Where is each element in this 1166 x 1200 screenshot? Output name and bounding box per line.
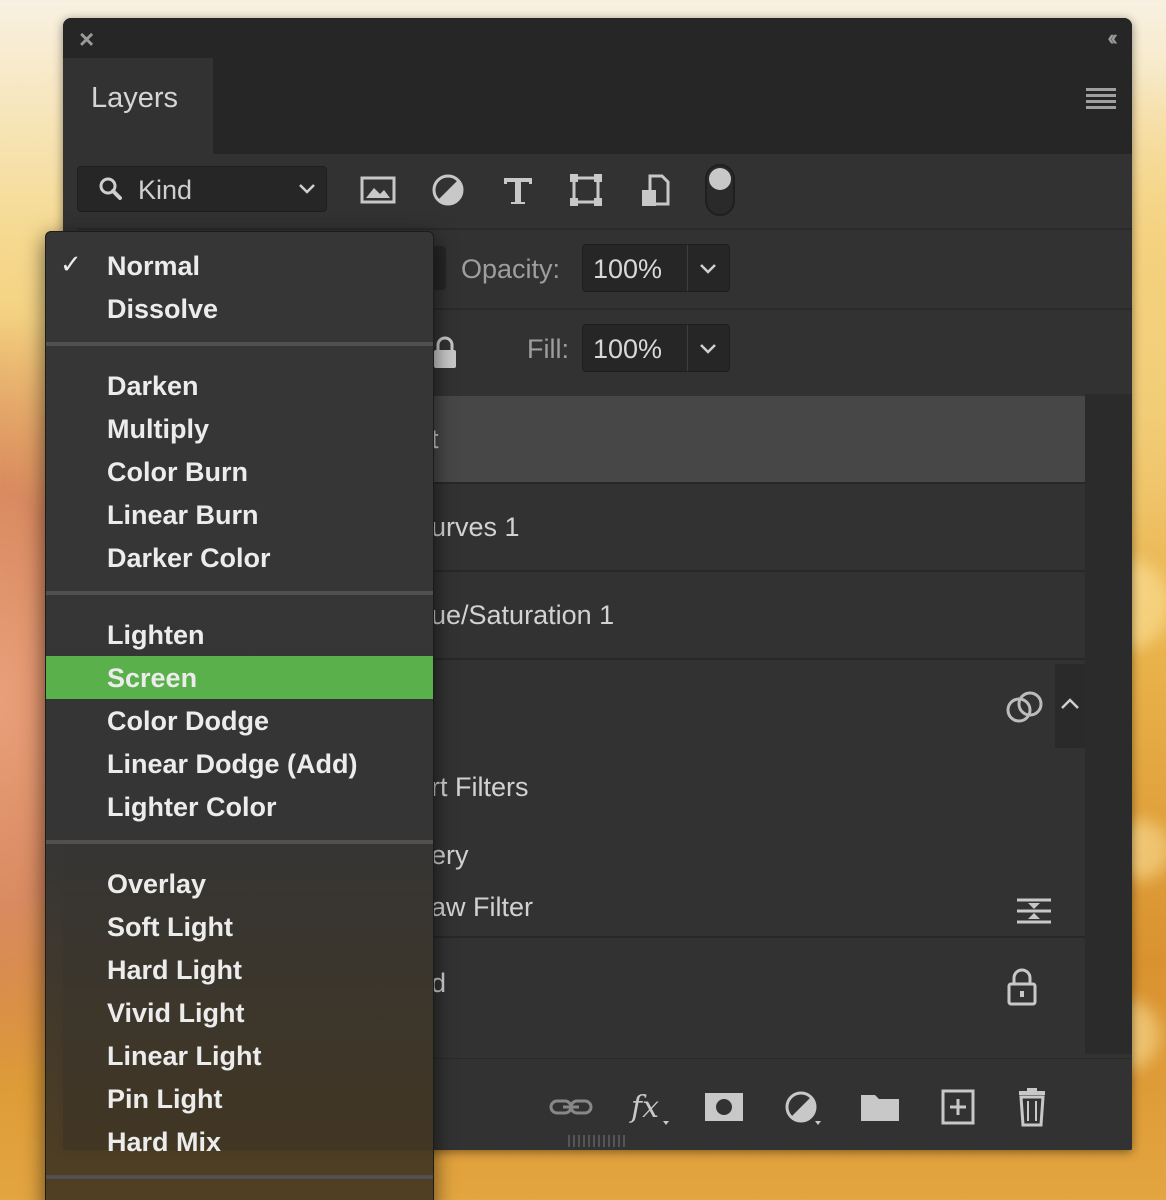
smart-filters-label: rt Filters	[431, 772, 529, 802]
tab-layers[interactable]: Layers	[63, 58, 213, 154]
opacity-value: 100%	[593, 254, 663, 284]
chevron-down-icon[interactable]	[697, 257, 719, 279]
blend-mode-label: Lighten	[107, 620, 205, 650]
layers-scrollbar[interactable]	[1085, 394, 1132, 1054]
fill-label: Fill:	[527, 334, 569, 364]
lock-icon	[1007, 968, 1037, 1006]
blend-mode-label: Dissolve	[107, 294, 219, 324]
camera-raw-filter-label: aw Filter	[431, 892, 534, 922]
blend-mode-label: Overlay	[107, 869, 207, 899]
resize-grip[interactable]	[568, 1135, 628, 1147]
lock-all-icon[interactable]	[432, 336, 458, 370]
filter-kind-select[interactable]: Kind	[77, 166, 327, 212]
filter-toggle-knob	[709, 168, 731, 190]
blend-mode-label: Linear Light	[107, 1041, 262, 1071]
image-filter-icon[interactable]	[358, 170, 398, 210]
divider	[77, 228, 1132, 230]
layer-mask-icon[interactable]	[703, 1087, 747, 1127]
menu-separator	[46, 342, 433, 346]
blend-mode-item-hard-mix[interactable]: Hard Mix	[46, 1120, 433, 1163]
blend-mode-label: Hard Light	[107, 955, 242, 985]
collapse-icon[interactable]: ‹‹	[1107, 26, 1117, 50]
search-icon	[99, 177, 122, 200]
collapse-filters-toggle[interactable]	[1055, 664, 1085, 748]
layer-name: urves 1	[431, 512, 520, 542]
smart-object-filter-icon[interactable]	[636, 170, 676, 210]
blend-mode-label: Hard Mix	[107, 1127, 222, 1157]
blend-mode-item-darker-color[interactable]: Darker Color	[46, 536, 433, 579]
blend-mode-label: Darken	[107, 371, 199, 401]
blend-mode-label: Lighter Color	[107, 792, 277, 822]
fx-icon[interactable]: fx	[627, 1087, 671, 1127]
blend-mode-item-color-burn[interactable]: Color Burn	[46, 450, 433, 493]
blend-mode-label: Soft Light	[107, 912, 233, 942]
blend-mode-item-lighten[interactable]: Lighten	[46, 613, 433, 656]
blend-mode-menu: ✓ Normal Dissolve Darken Multiply Color Burn L…	[45, 231, 434, 1200]
fill-value: 100%	[593, 334, 663, 364]
filter-toggle[interactable]	[705, 164, 735, 216]
blend-mode-item-vivid-light[interactable]: Vivid Light	[46, 991, 433, 1034]
blend-mode-label: Linear Dodge (Add)	[107, 749, 358, 779]
blend-mode-item-pin-light[interactable]: Pin Light	[46, 1077, 433, 1120]
type-filter-icon[interactable]	[498, 170, 538, 210]
filter-blending-options-icon[interactable]	[1015, 896, 1053, 926]
blend-mode-label: Color Dodge	[107, 706, 269, 736]
adjustment-layer-icon[interactable]	[781, 1087, 825, 1127]
opacity-field-separator	[687, 245, 688, 291]
blend-mode-item-darken[interactable]: Darken	[46, 364, 433, 407]
trash-icon[interactable]	[1011, 1087, 1055, 1127]
blend-mode-label: Screen	[107, 663, 198, 693]
fill-field-separator	[687, 325, 688, 371]
blend-mode-label: Pin Light	[107, 1084, 223, 1114]
panel-titlebar: × ‹‹	[63, 18, 1132, 58]
blend-mode-item-linear-burn[interactable]: Linear Burn	[46, 493, 433, 536]
chevron-down-icon[interactable]	[697, 337, 719, 359]
blend-mode-item-normal[interactable]: ✓ Normal	[46, 244, 433, 287]
menu-separator	[46, 1175, 433, 1179]
blend-mode-item-color-dodge[interactable]: Color Dodge	[46, 699, 433, 742]
chevron-up-icon	[1061, 698, 1079, 709]
blend-mode-label: Normal	[107, 251, 201, 281]
fill-field[interactable]: 100%	[582, 324, 730, 372]
blend-mode-label: Color Burn	[107, 457, 248, 487]
blend-mode-item-linear-light[interactable]: Linear Light	[46, 1034, 433, 1077]
blend-mode-label: Vivid Light	[107, 998, 245, 1028]
svg-text:fx: fx	[629, 1090, 659, 1125]
blend-mode-item-soft-light[interactable]: Soft Light	[46, 905, 433, 948]
tab-layers-label: Layers	[91, 82, 179, 114]
blend-mode-item-multiply[interactable]: Multiply	[46, 407, 433, 450]
menu-separator	[46, 591, 433, 595]
new-layer-icon[interactable]	[937, 1087, 981, 1127]
blend-mode-item-linear-dodge-add[interactable]: Linear Dodge (Add)	[46, 742, 433, 785]
blend-mode-item-screen[interactable]: Screen	[46, 656, 433, 699]
layer-name: ue/Saturation 1	[431, 600, 615, 630]
opacity-label: Opacity:	[461, 254, 561, 284]
filter-kind-label: Kind	[138, 175, 193, 205]
menu-separator	[46, 840, 433, 844]
adjustment-filter-icon[interactable]	[428, 170, 468, 210]
blend-mode-item-hard-light[interactable]: Hard Light	[46, 948, 433, 991]
opacity-field[interactable]: 100%	[582, 244, 730, 292]
close-icon[interactable]: ×	[79, 26, 94, 52]
shape-filter-icon[interactable]	[566, 170, 606, 210]
folder-icon[interactable]	[859, 1087, 903, 1127]
chevron-down-icon	[299, 184, 315, 194]
link-layers-icon[interactable]	[549, 1087, 593, 1127]
blend-mode-label: Multiply	[107, 414, 209, 444]
filter-sub-label: ery	[431, 840, 469, 870]
checkmark-icon: ✓	[60, 249, 82, 279]
panel-menu-icon[interactable]	[1086, 88, 1116, 110]
blend-mode-item-dissolve[interactable]: Dissolve	[46, 287, 433, 330]
blend-mode-label: Linear Burn	[107, 500, 259, 530]
smart-object-badge-icon	[1006, 691, 1043, 723]
blend-mode-label: Darker Color	[107, 543, 271, 573]
blend-mode-item-overlay[interactable]: Overlay	[46, 862, 433, 905]
blend-mode-item-lighter-color[interactable]: Lighter Color	[46, 785, 433, 828]
tab-row: Layers	[63, 58, 1132, 154]
